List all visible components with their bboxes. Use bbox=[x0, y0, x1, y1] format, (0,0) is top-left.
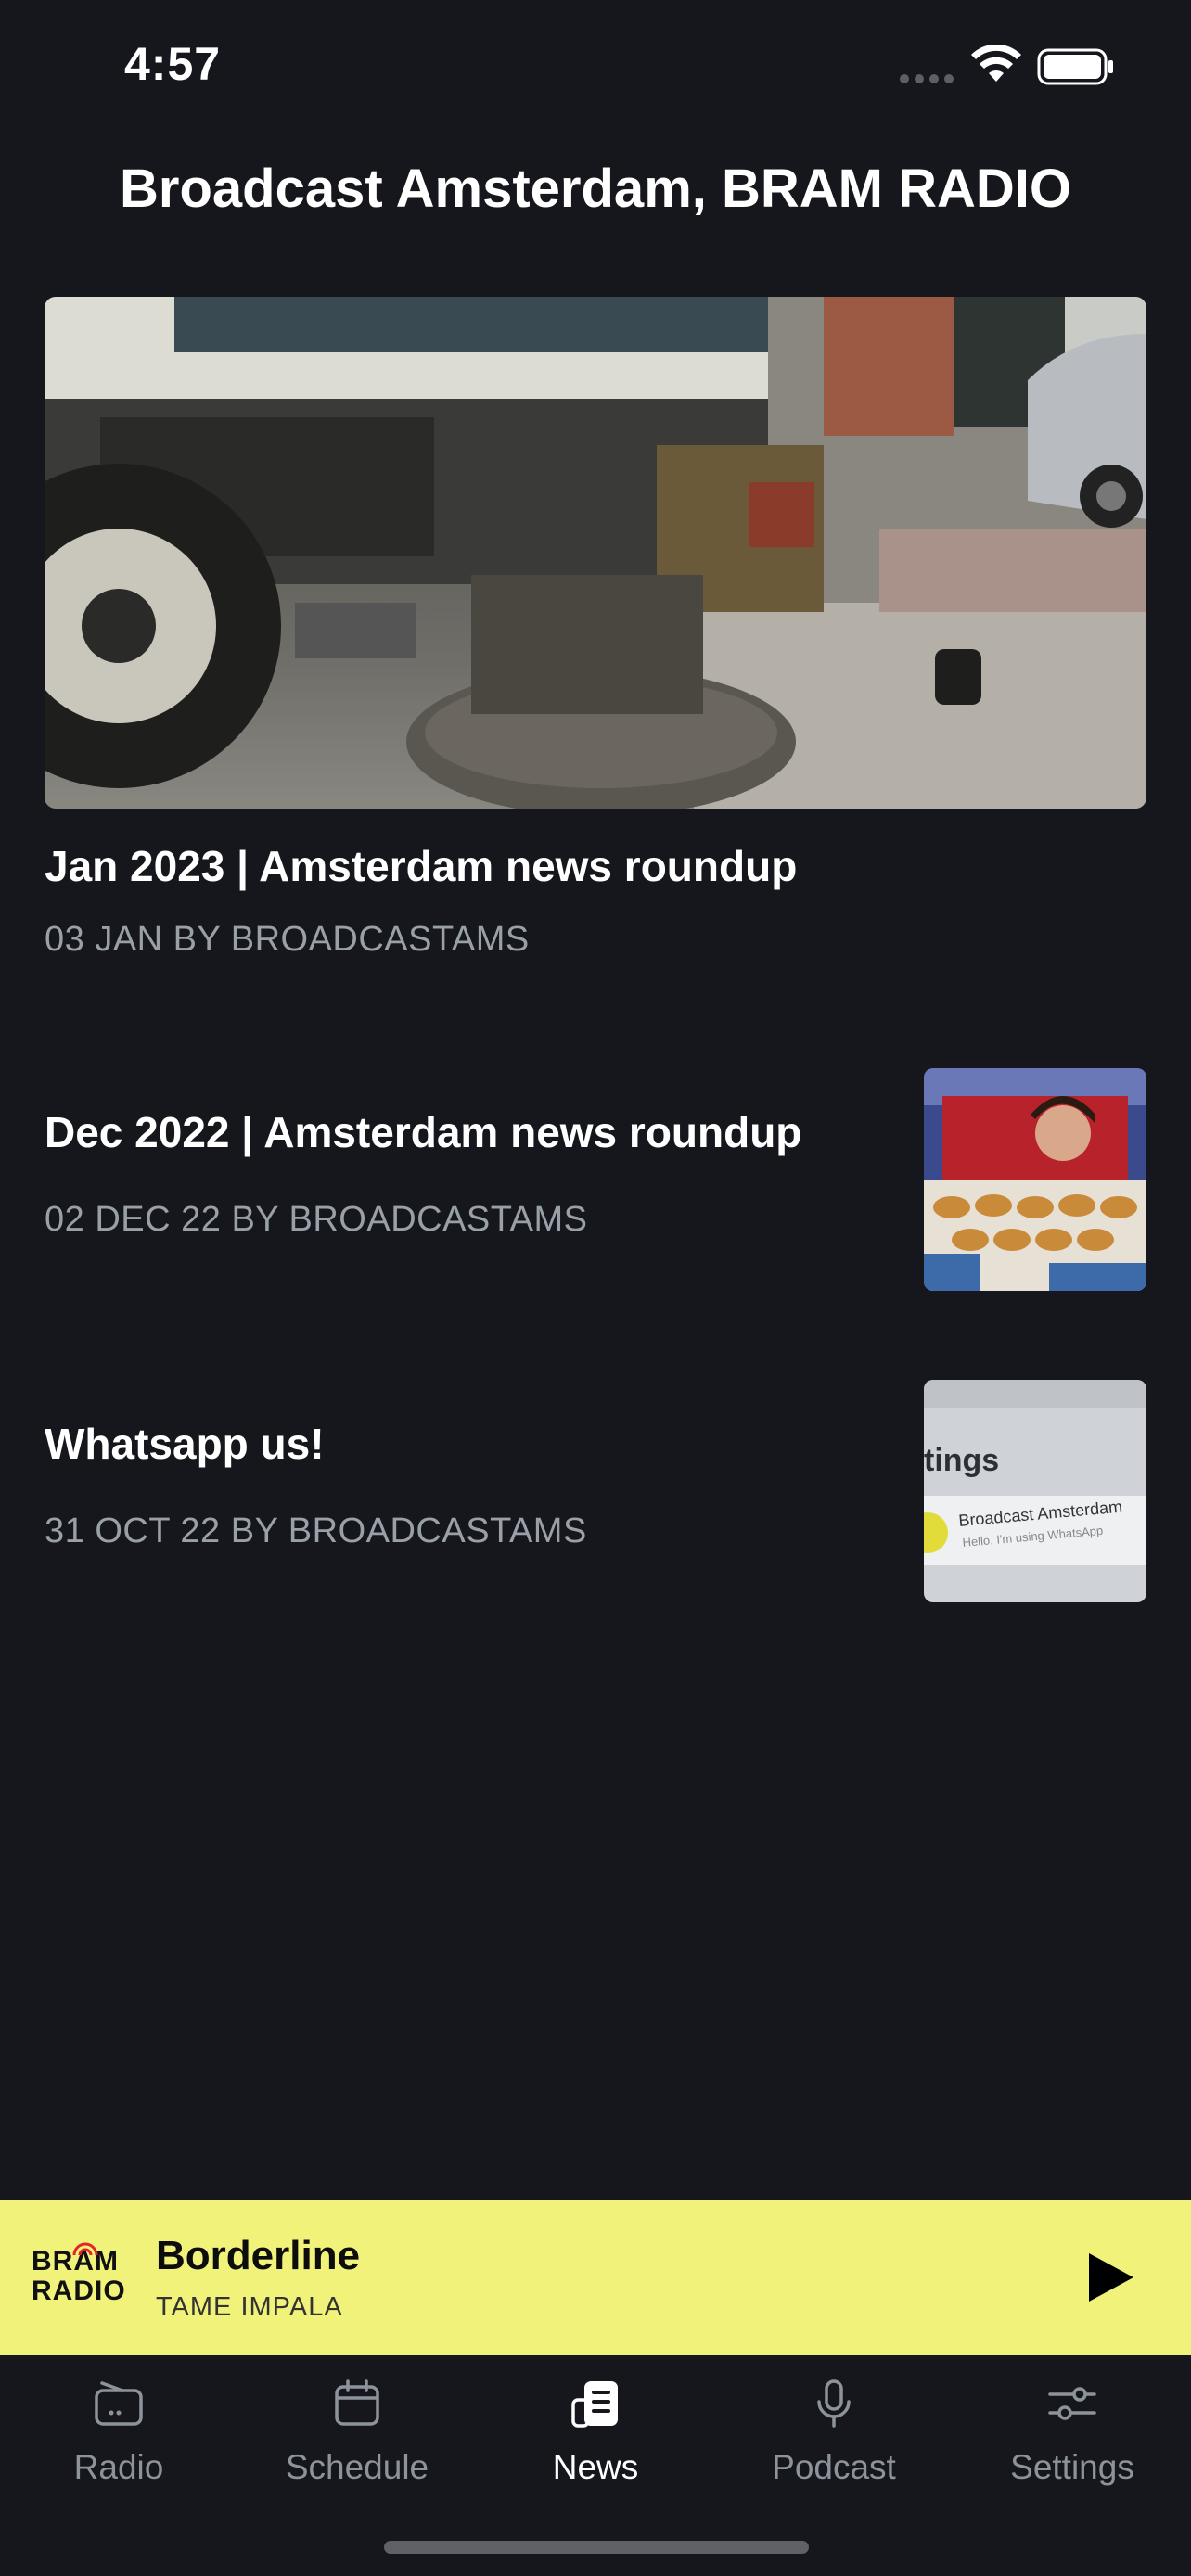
now-playing-bar[interactable]: BRAM RADIO Borderline TAME IMPALA bbox=[0, 2200, 1191, 2355]
broadcast-waves-icon bbox=[72, 2242, 98, 2256]
tab-news[interactable]: News bbox=[477, 2376, 714, 2515]
tab-schedule[interactable]: Schedule bbox=[238, 2376, 476, 2515]
now-playing-track: Borderline bbox=[156, 2233, 361, 2278]
article-text: Dec 2022 | Amsterdam news roundup 02 DEC… bbox=[45, 1068, 907, 1291]
list-item[interactable]: Whatsapp us! 31 OCT 22 BY BROADCASTAMS t… bbox=[45, 1380, 1146, 1602]
tab-label: Podcast bbox=[772, 2448, 896, 2486]
tab-podcast[interactable]: Podcast bbox=[715, 2376, 953, 2515]
microphone-icon bbox=[817, 2379, 851, 2428]
calendar-icon bbox=[335, 2379, 379, 2426]
thumbnail-heading: tings bbox=[924, 1443, 999, 1478]
featured-article[interactable]: Jan 2023 | Amsterdam news roundup 03 JAN… bbox=[45, 297, 1146, 960]
sliders-icon bbox=[1048, 2387, 1096, 2420]
radio-icon bbox=[95, 2381, 143, 2426]
article-thumbnail bbox=[924, 1068, 1146, 1291]
page-title: Broadcast Amsterdam, BRAM RADIO bbox=[120, 159, 1071, 219]
signal-icon bbox=[900, 74, 955, 83]
tab-settings[interactable]: Settings bbox=[954, 2376, 1191, 2515]
article-text: Whatsapp us! 31 OCT 22 BY BROADCASTAMS bbox=[45, 1380, 907, 1602]
featured-article-meta: 03 JAN BY BROADCASTAMS bbox=[45, 920, 530, 959]
article-title: Dec 2022 | Amsterdam news roundup bbox=[45, 1108, 802, 1156]
list-item[interactable]: Dec 2022 | Amsterdam news roundup 02 DEC… bbox=[45, 1068, 1146, 1291]
battery-icon bbox=[1037, 48, 1113, 85]
tab-radio[interactable]: Radio bbox=[0, 2376, 237, 2515]
wifi-icon bbox=[971, 45, 1021, 82]
status-time: 4:57 bbox=[124, 38, 222, 90]
logo-text-bottom: RADIO bbox=[32, 2276, 126, 2306]
now-playing-artist: TAME IMPALA bbox=[156, 2292, 343, 2322]
tab-label: Radio bbox=[73, 2448, 164, 2486]
article-meta: 31 OCT 22 BY BROADCASTAMS bbox=[45, 1511, 587, 1550]
article-thumbnail: tings Broadcast Amsterdam Hello, I'm usi… bbox=[924, 1380, 1146, 1602]
tab-label: Settings bbox=[1010, 2448, 1134, 2486]
featured-article-title: Jan 2023 | Amsterdam news roundup bbox=[45, 842, 798, 890]
article-meta: 02 DEC 22 BY BROADCASTAMS bbox=[45, 1200, 588, 1239]
home-indicator[interactable] bbox=[384, 2541, 809, 2554]
article-title: Whatsapp us! bbox=[45, 1420, 325, 1468]
featured-article-image bbox=[45, 297, 1146, 809]
news-icon bbox=[571, 2381, 618, 2428]
bram-radio-logo: BRAM RADIO bbox=[32, 2242, 126, 2311]
tab-label: News bbox=[552, 2448, 639, 2486]
status-bar: 4:57 bbox=[0, 0, 1191, 139]
play-icon[interactable] bbox=[1083, 2250, 1139, 2305]
tab-label: Schedule bbox=[285, 2448, 429, 2486]
